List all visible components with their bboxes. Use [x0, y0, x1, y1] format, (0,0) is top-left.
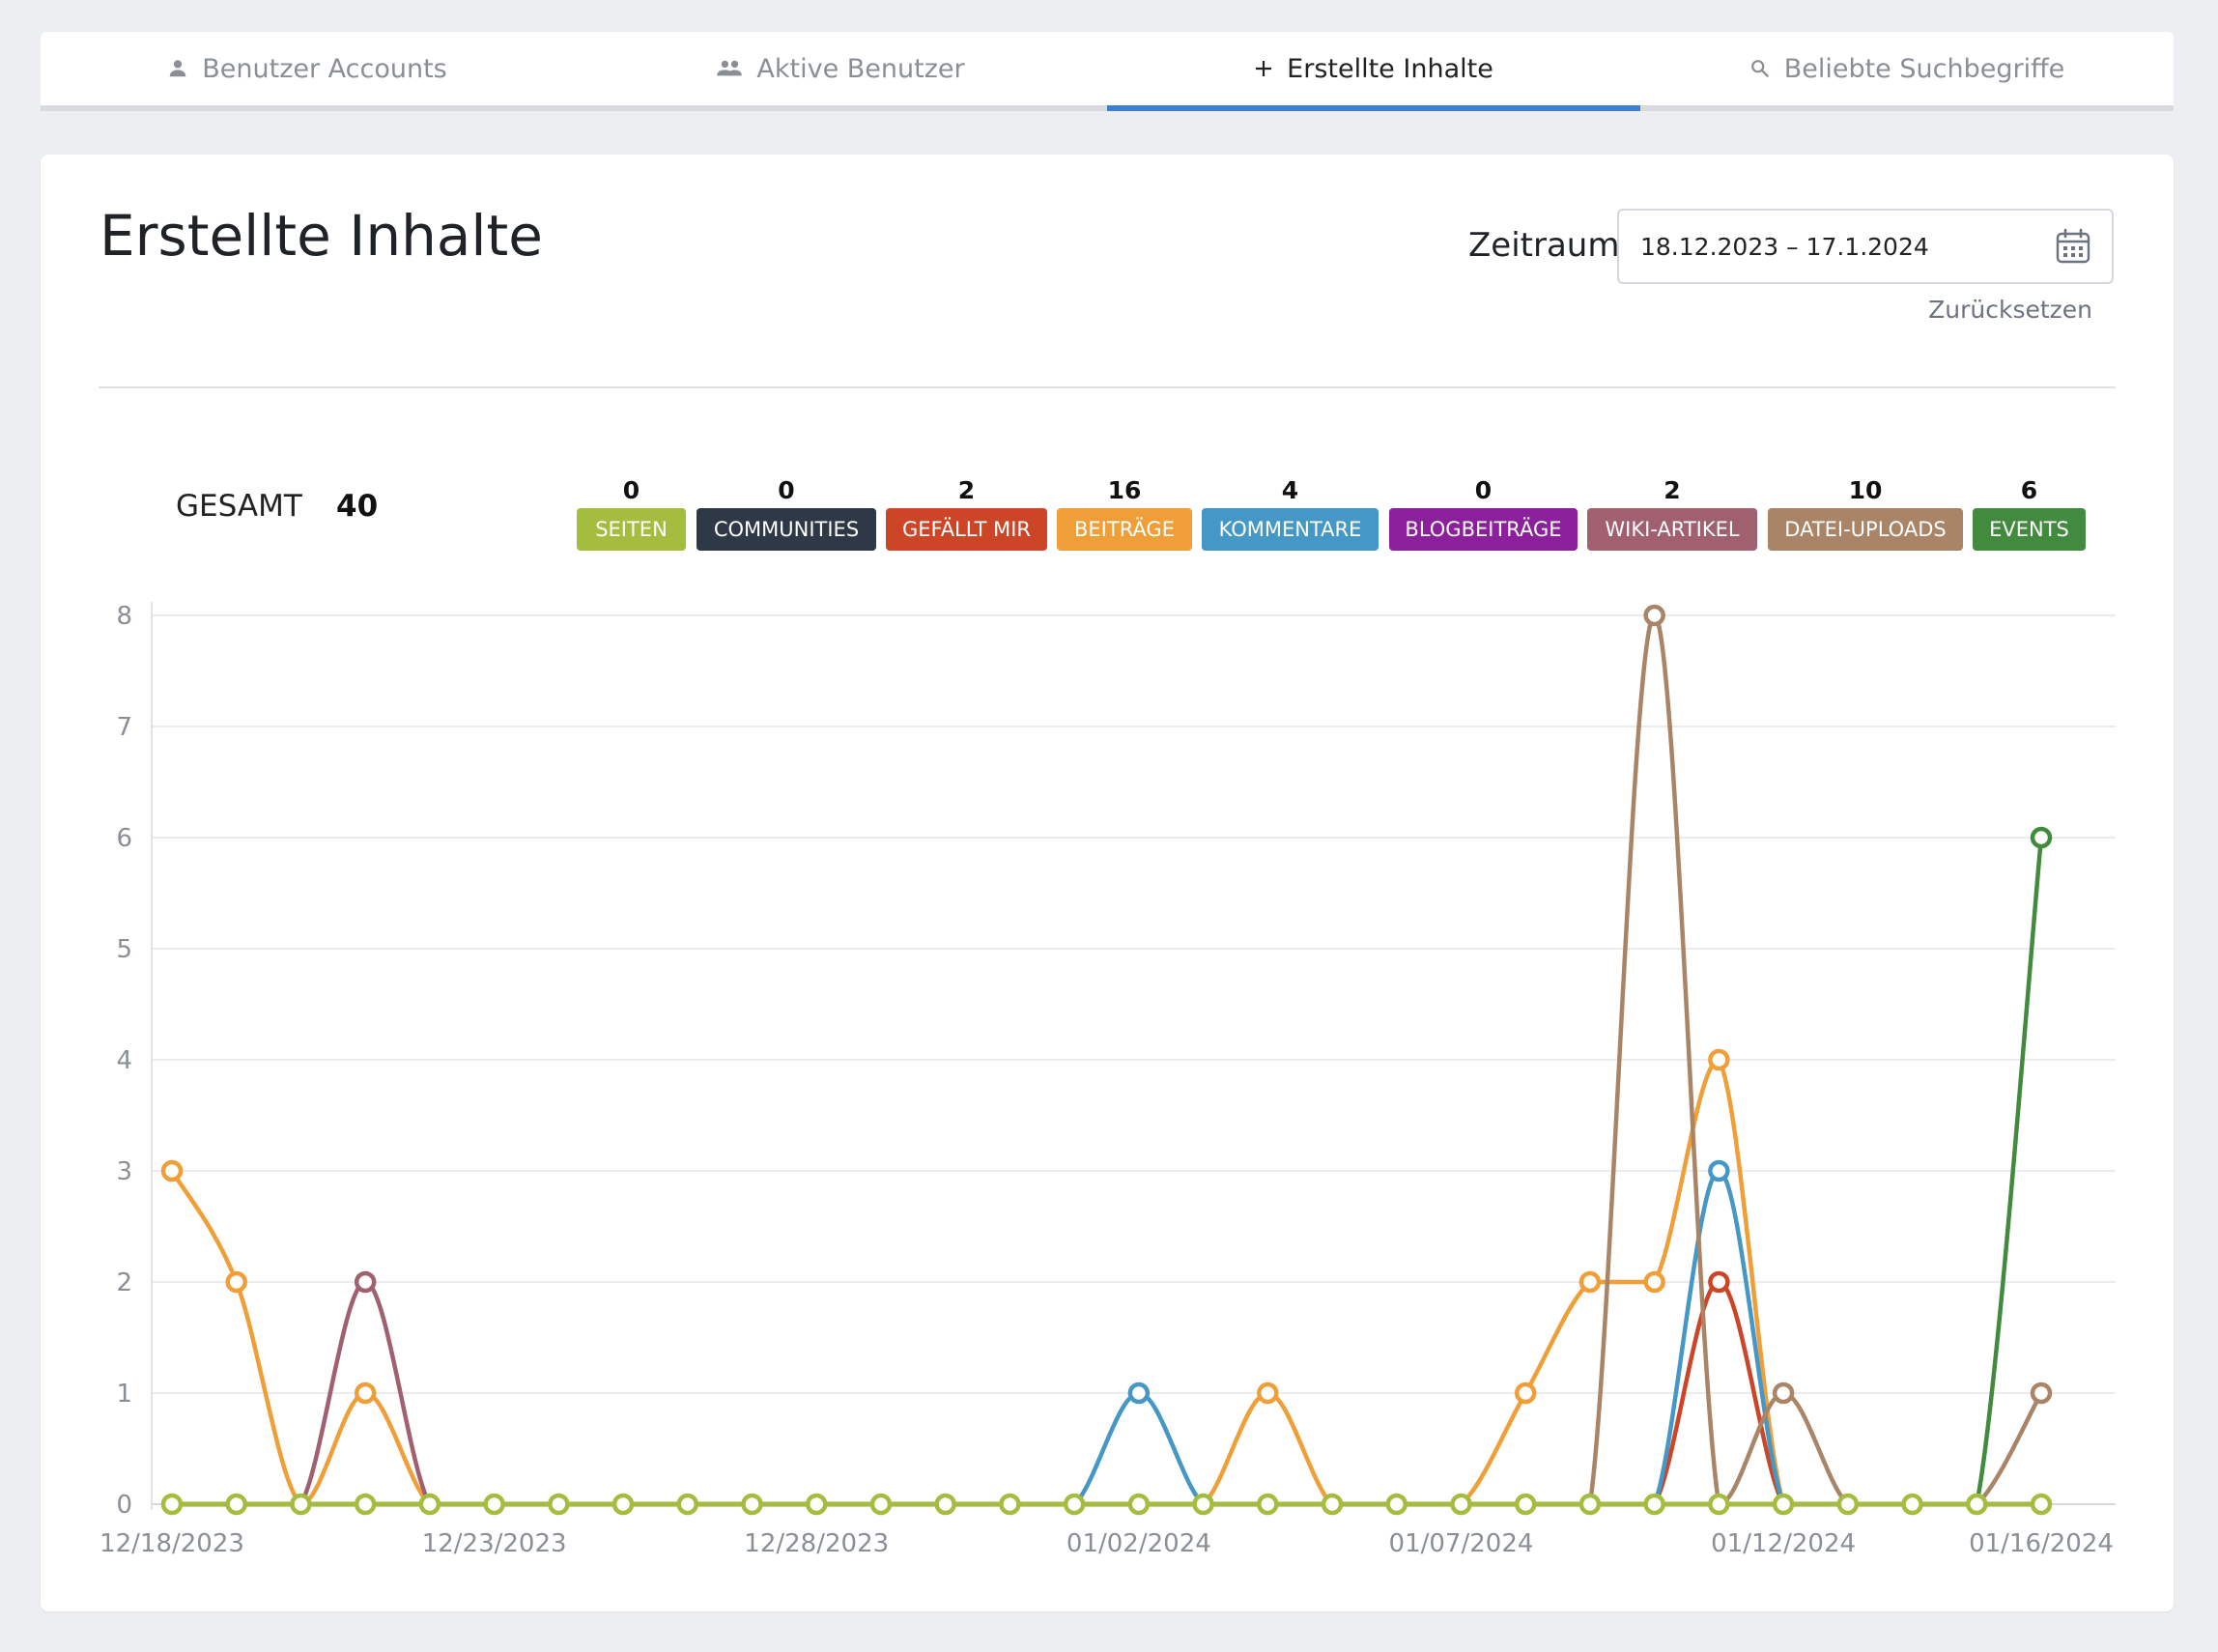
- data-point: [741, 1493, 763, 1516]
- data-point: [354, 1493, 377, 1516]
- data-point: [1192, 1493, 1214, 1516]
- data-point: [1836, 1493, 1860, 1516]
- data-point: [611, 1493, 635, 1516]
- data-point: [225, 1493, 247, 1516]
- data-point: [1063, 1493, 1086, 1516]
- data-point: [160, 1493, 184, 1516]
- data-point: [418, 1493, 441, 1516]
- data-point: [2030, 1381, 2053, 1405]
- x-tick-label: 01/07/2024: [1389, 1529, 1534, 1558]
- y-tick-label: 4: [116, 1046, 132, 1075]
- y-tick-label: 2: [116, 1268, 132, 1297]
- data-point: [1772, 1493, 1795, 1516]
- data-point: [1257, 1381, 1279, 1405]
- data-point: [290, 1493, 312, 1516]
- data-point: [999, 1493, 1021, 1516]
- data-point: [1514, 1493, 1537, 1516]
- data-point: [1385, 1493, 1408, 1516]
- data-point: [1966, 1493, 1988, 1516]
- y-tick-label: 6: [116, 824, 132, 853]
- data-point: [1643, 604, 1665, 627]
- x-tick-label: 01/02/2024: [1066, 1529, 1211, 1558]
- data-point: [869, 1493, 893, 1516]
- data-point: [676, 1493, 699, 1516]
- data-point: [1578, 1493, 1602, 1516]
- x-tick-label: 12/18/2023: [100, 1529, 244, 1558]
- data-point: [354, 1270, 377, 1294]
- data-point: [1708, 1048, 1730, 1071]
- data-point: [1901, 1493, 1923, 1516]
- data-point: [1321, 1493, 1344, 1516]
- y-tick-label: 0: [116, 1491, 132, 1520]
- data-point: [1772, 1381, 1795, 1405]
- data-point: [1708, 1270, 1730, 1294]
- data-point: [805, 1493, 828, 1516]
- data-point: [160, 1159, 184, 1182]
- y-tick-label: 1: [116, 1380, 132, 1409]
- x-tick-label: 01/12/2024: [1711, 1529, 1856, 1558]
- data-point: [1708, 1159, 1730, 1182]
- y-tick-label: 5: [116, 935, 132, 964]
- data-point: [1578, 1270, 1602, 1294]
- x-tick-label: 12/28/2023: [744, 1529, 889, 1558]
- data-point: [1257, 1493, 1279, 1516]
- y-tick-label: 8: [116, 602, 132, 631]
- line-chart: 0 1 2 3 4 5 6 7 8 12/18/2023 12/23/2023 12/28/2023 0…: [100, 602, 2116, 1558]
- data-point: [1127, 1493, 1151, 1516]
- x-tick-label: 12/23/2023: [422, 1529, 567, 1558]
- data-point: [934, 1493, 956, 1516]
- data-point: [225, 1270, 247, 1294]
- data-point: [548, 1493, 570, 1516]
- y-tick-label: 3: [116, 1157, 132, 1186]
- data-point: [2030, 826, 2053, 849]
- data-point: [1708, 1493, 1730, 1516]
- data-point: [1127, 1381, 1151, 1405]
- y-tick-label: 7: [116, 713, 132, 742]
- data-point: [354, 1381, 377, 1405]
- x-tick-label: 01/16/2024: [1969, 1529, 2114, 1558]
- data-point: [1450, 1493, 1472, 1516]
- data-point: [1514, 1381, 1537, 1405]
- data-point: [483, 1493, 505, 1516]
- data-point: [1643, 1270, 1665, 1294]
- data-point: [1643, 1493, 1665, 1516]
- data-point: [2030, 1493, 2053, 1516]
